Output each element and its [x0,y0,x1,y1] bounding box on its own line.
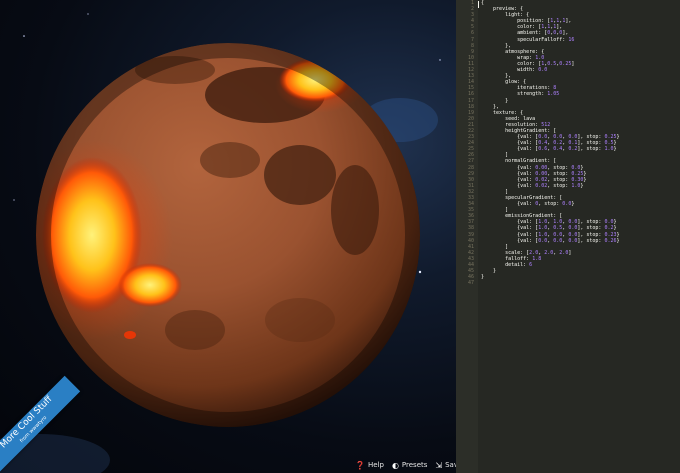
bottom-toolbar: ❓ Help ◐ Presets ⇲ Save [355,458,456,472]
code-editor[interactable]: 1{2 preview: {3 light: {4 position: [1,1… [456,0,680,473]
code-lines[interactable]: 1{2 preview: {3 light: {4 position: [1,1… [456,0,680,286]
save-arrow-icon: ⇲ [435,460,443,470]
text-cursor [478,1,479,8]
presets-label: Presets [401,461,428,469]
save-button[interactable]: ⇲ Save [435,461,456,470]
line-number: 47 [467,280,474,287]
presets-button[interactable]: ◐ Presets [392,461,427,470]
code-line[interactable]: 47 [456,280,680,286]
help-label: Help [367,461,384,469]
planet-viewport[interactable]: More Cool Stuff from wwwtyro ❓ Help ◐ Pr… [0,0,456,473]
save-label: Save [445,461,456,469]
half-circle-icon: ◐ [391,460,399,470]
help-button[interactable]: ❓ Help [355,461,384,470]
question-circle-icon: ❓ [355,460,365,470]
